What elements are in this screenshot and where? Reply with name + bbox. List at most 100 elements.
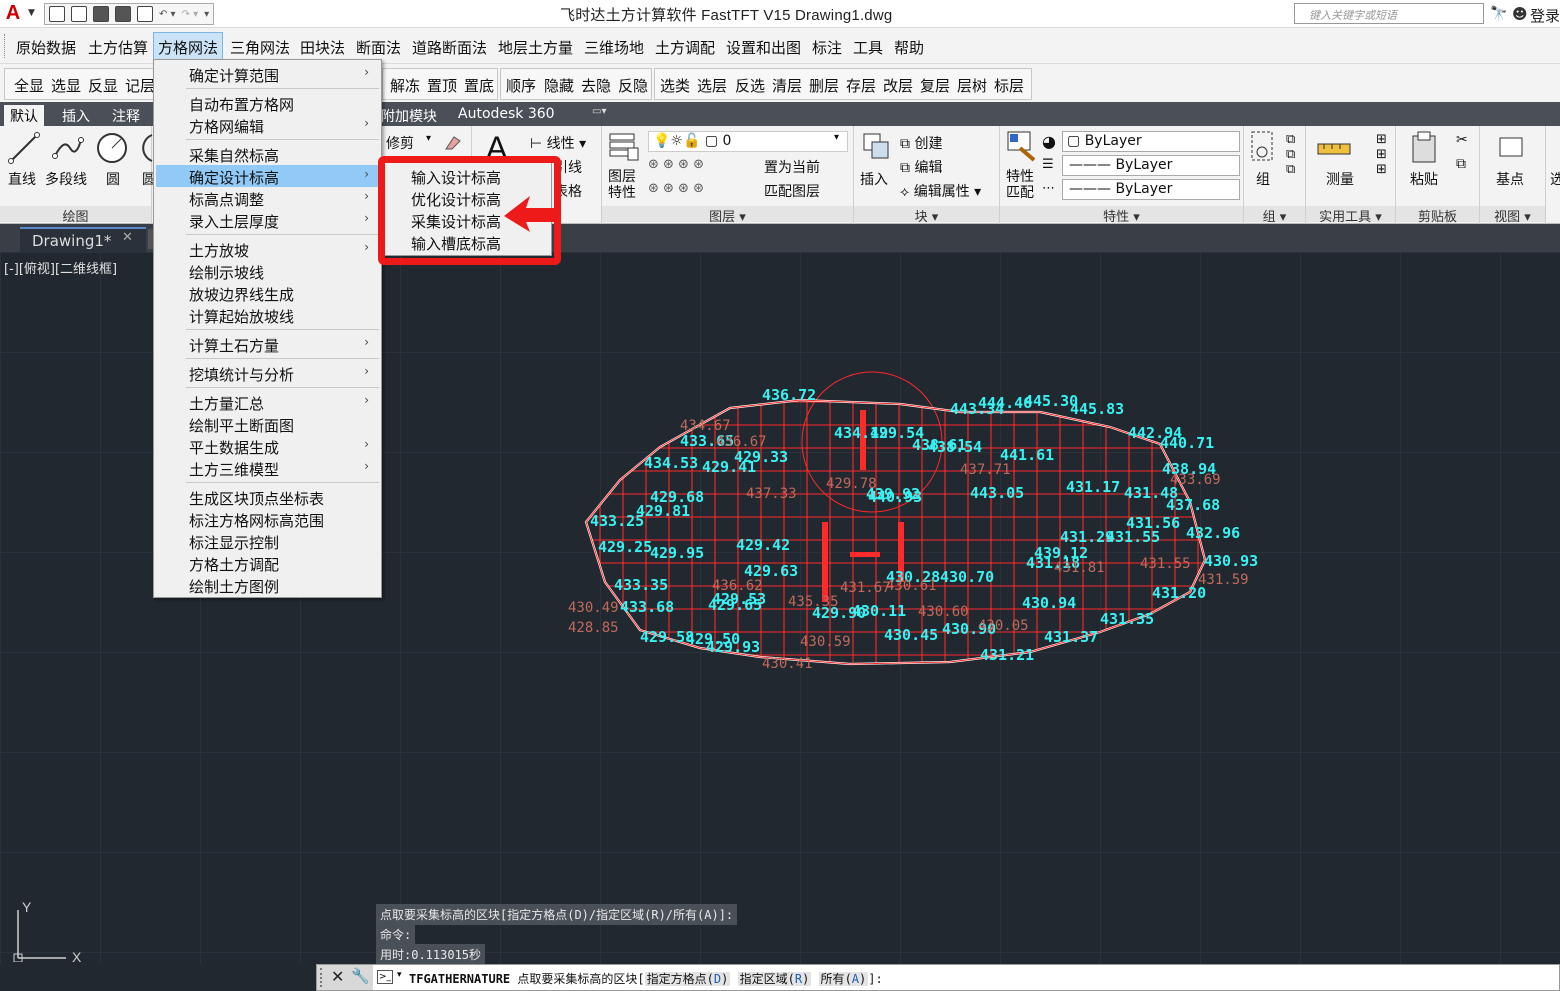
paste-icon[interactable] bbox=[1410, 130, 1440, 164]
option-grid-point[interactable]: 指定方格点(D) bbox=[644, 972, 731, 986]
menu-section-method[interactable]: 断面法 bbox=[356, 37, 401, 58]
group-tool-icons[interactable]: ⧉ ⧉ ⧉ bbox=[1286, 132, 1295, 177]
layer-tools-row2-icons[interactable]: ⊛ ⊛ ⊛ ⊛ bbox=[648, 181, 704, 196]
search-input[interactable]: 键入关键字或短语 bbox=[1294, 3, 1484, 24]
layer-dropdown-arrow-icon[interactable]: ▾ bbox=[834, 132, 839, 143]
tool-show-selected[interactable]: 选显 bbox=[51, 75, 81, 96]
tool-clear-layer[interactable]: 清层 bbox=[772, 75, 802, 96]
match-properties-icon[interactable] bbox=[1006, 130, 1038, 162]
open-folder-icon[interactable] bbox=[71, 6, 87, 22]
paste-button[interactable]: 粘贴 bbox=[1410, 169, 1438, 189]
tool-show-inverse[interactable]: 反显 bbox=[88, 75, 118, 96]
cut-icon[interactable]: ✂ bbox=[1456, 132, 1468, 148]
tool-hide[interactable]: 隐藏 bbox=[544, 75, 574, 96]
layer-tools-row1-icons[interactable]: ⊛ ⊛ ⊛ ⊛ bbox=[648, 157, 704, 172]
tab-autodesk-360[interactable]: Autodesk 360 bbox=[452, 105, 561, 126]
arc-icon[interactable] bbox=[138, 131, 154, 165]
lineweight-dropdown[interactable]: ——— ByLayer bbox=[1062, 179, 1240, 200]
trim-dropdown-icon[interactable]: ▾ bbox=[426, 133, 431, 144]
lineweight-icon[interactable]: ☰ bbox=[1042, 157, 1054, 172]
tab-insert[interactable]: 插入 bbox=[56, 105, 96, 126]
menu-3d-site[interactable]: 三维场地 bbox=[584, 37, 644, 58]
base-point-button[interactable]: 基点 bbox=[1496, 169, 1524, 189]
doc-tab-close-icon[interactable]: ✕ bbox=[122, 230, 133, 245]
menu-strata-volume[interactable]: 地层土方量 bbox=[498, 37, 573, 58]
dropdown-item[interactable]: 土方量汇总 › bbox=[156, 391, 379, 413]
trim-button[interactable]: 修剪 bbox=[386, 133, 414, 153]
app-logo-icon[interactable]: A bbox=[2, 2, 24, 24]
dropdown-item[interactable]: 平土数据生成 › bbox=[156, 435, 379, 457]
print-icon[interactable] bbox=[137, 6, 153, 22]
dropdown-item[interactable]: 土方放坡 › bbox=[156, 238, 379, 260]
circle-icon[interactable] bbox=[95, 131, 129, 165]
dropdown-item[interactable]: 采集自然标高 bbox=[156, 143, 379, 165]
dropdown-item[interactable]: 标高点调整 › bbox=[156, 187, 379, 209]
dropdown-item[interactable]: 标注显示控制 bbox=[156, 530, 379, 552]
tool-order[interactable]: 顺序 bbox=[506, 75, 536, 96]
dropdown-item[interactable]: 方格网编辑 › bbox=[156, 114, 379, 136]
menu-grid-method[interactable]: 方格网法 bbox=[153, 32, 224, 60]
layer-properties-icon[interactable] bbox=[608, 130, 640, 162]
tool-record-layer[interactable]: 记层 bbox=[125, 75, 155, 96]
eraser-icon[interactable] bbox=[444, 133, 462, 151]
user-icon[interactable]: ☻ bbox=[1512, 5, 1528, 23]
dropdown-item[interactable]: 标注方格网标高范围 bbox=[156, 508, 379, 530]
color-dropdown[interactable]: ▢ ByLayer bbox=[1062, 131, 1240, 152]
edit-block-button[interactable]: ⧉ 编辑 bbox=[900, 157, 942, 177]
match-properties-button[interactable]: 特性匹配 bbox=[1006, 169, 1042, 201]
login-button[interactable]: 登录 bbox=[1530, 5, 1560, 26]
create-block-button[interactable]: ⧉ 创建 bbox=[900, 133, 942, 153]
tool-inverse-select[interactable]: 反选 bbox=[735, 75, 765, 96]
command-prompt-icon[interactable]: >_ bbox=[377, 970, 393, 984]
tool-layer-tree[interactable]: 层树 bbox=[957, 75, 987, 96]
menu-grip[interactable] bbox=[4, 34, 7, 58]
menu-triangle-method[interactable]: 三角网法 bbox=[230, 37, 290, 58]
dropdown-item[interactable]: 绘制平土断面图 bbox=[156, 413, 379, 435]
save-as-icon[interactable] bbox=[115, 6, 131, 22]
linetype-icon[interactable]: ⋯ bbox=[1042, 181, 1055, 196]
dropdown-item[interactable]: 确定计算范围 › bbox=[156, 63, 379, 85]
binoculars-icon[interactable]: 🔭 bbox=[1490, 6, 1507, 22]
command-line[interactable]: ✕ 🔧 >_ ▾ TFGATHERNATURE 点取要采集标高的区块[指定方格点… bbox=[316, 964, 1560, 991]
tool-bottom[interactable]: 置底 bbox=[464, 75, 494, 96]
dropdown-item[interactable]: 绘制土方图例 bbox=[156, 574, 379, 596]
set-current-button[interactable]: 置为当前 bbox=[764, 157, 820, 177]
insert-button[interactable]: 插入 bbox=[860, 169, 888, 189]
option-all[interactable]: 所有(A) bbox=[818, 972, 869, 986]
select-button[interactable]: 选 bbox=[1550, 169, 1560, 189]
dropdown-item[interactable]: 挖填统计与分析 › bbox=[156, 362, 379, 384]
redo-icon[interactable]: ↷ ▾ bbox=[182, 9, 199, 20]
color-wheel-icon[interactable]: ◕ bbox=[1042, 132, 1056, 151]
tab-addins[interactable]: 附加模块 bbox=[375, 105, 443, 126]
dropdown-item[interactable]: 计算土石方量 › bbox=[156, 333, 379, 355]
tool-thaw[interactable]: 解冻 bbox=[390, 75, 420, 96]
menu-earth-estimate[interactable]: 土方估算 bbox=[88, 37, 148, 58]
group-icon[interactable] bbox=[1250, 130, 1280, 164]
dropdown-item[interactable]: 自动布置方格网 bbox=[156, 92, 379, 114]
circle-button[interactable]: 圆 bbox=[106, 169, 120, 189]
wrench-icon[interactable]: 🔧 bbox=[351, 967, 370, 985]
dropdown-item[interactable]: 放坡边界线生成 bbox=[156, 282, 379, 304]
dropdown-item[interactable]: 确定设计标高 › bbox=[156, 165, 379, 187]
dropdown-item[interactable]: 生成区块顶点坐标表 bbox=[156, 486, 379, 508]
polyline-icon[interactable] bbox=[52, 134, 84, 162]
undo-icon[interactable]: ↶ ▾ bbox=[159, 9, 176, 20]
linetype-dropdown[interactable]: ——— ByLayer bbox=[1062, 155, 1240, 176]
customize-qat-icon[interactable]: ▾ bbox=[204, 9, 209, 20]
tool-save-layer[interactable]: 存层 bbox=[846, 75, 876, 96]
utility-tool-icons[interactable]: ⊞ ⊞ ⊞ bbox=[1376, 132, 1387, 177]
menu-annotation[interactable]: 标注 bbox=[812, 37, 842, 58]
tab-overflow-icon[interactable]: ▭▾ bbox=[586, 105, 612, 126]
tool-unhide[interactable]: 去隐 bbox=[581, 75, 611, 96]
menu-field-method[interactable]: 田块法 bbox=[300, 37, 345, 58]
tab-default[interactable]: 默认 bbox=[4, 105, 44, 126]
measure-button[interactable]: 测量 bbox=[1326, 169, 1354, 189]
dropdown-item[interactable]: 绘制示坡线 bbox=[156, 260, 379, 282]
menu-raw-data[interactable]: 原始数据 bbox=[16, 37, 76, 58]
menu-earth-allocation[interactable]: 土方调配 bbox=[655, 37, 715, 58]
dropdown-item[interactable]: 土方三维模型 › bbox=[156, 457, 379, 479]
base-point-icon[interactable] bbox=[1496, 134, 1526, 160]
edit-attributes-button[interactable]: ⟡ 编辑属性 ▾ bbox=[900, 181, 981, 201]
line-button[interactable]: 直线 bbox=[8, 169, 36, 189]
command-line-grip[interactable] bbox=[320, 968, 326, 987]
